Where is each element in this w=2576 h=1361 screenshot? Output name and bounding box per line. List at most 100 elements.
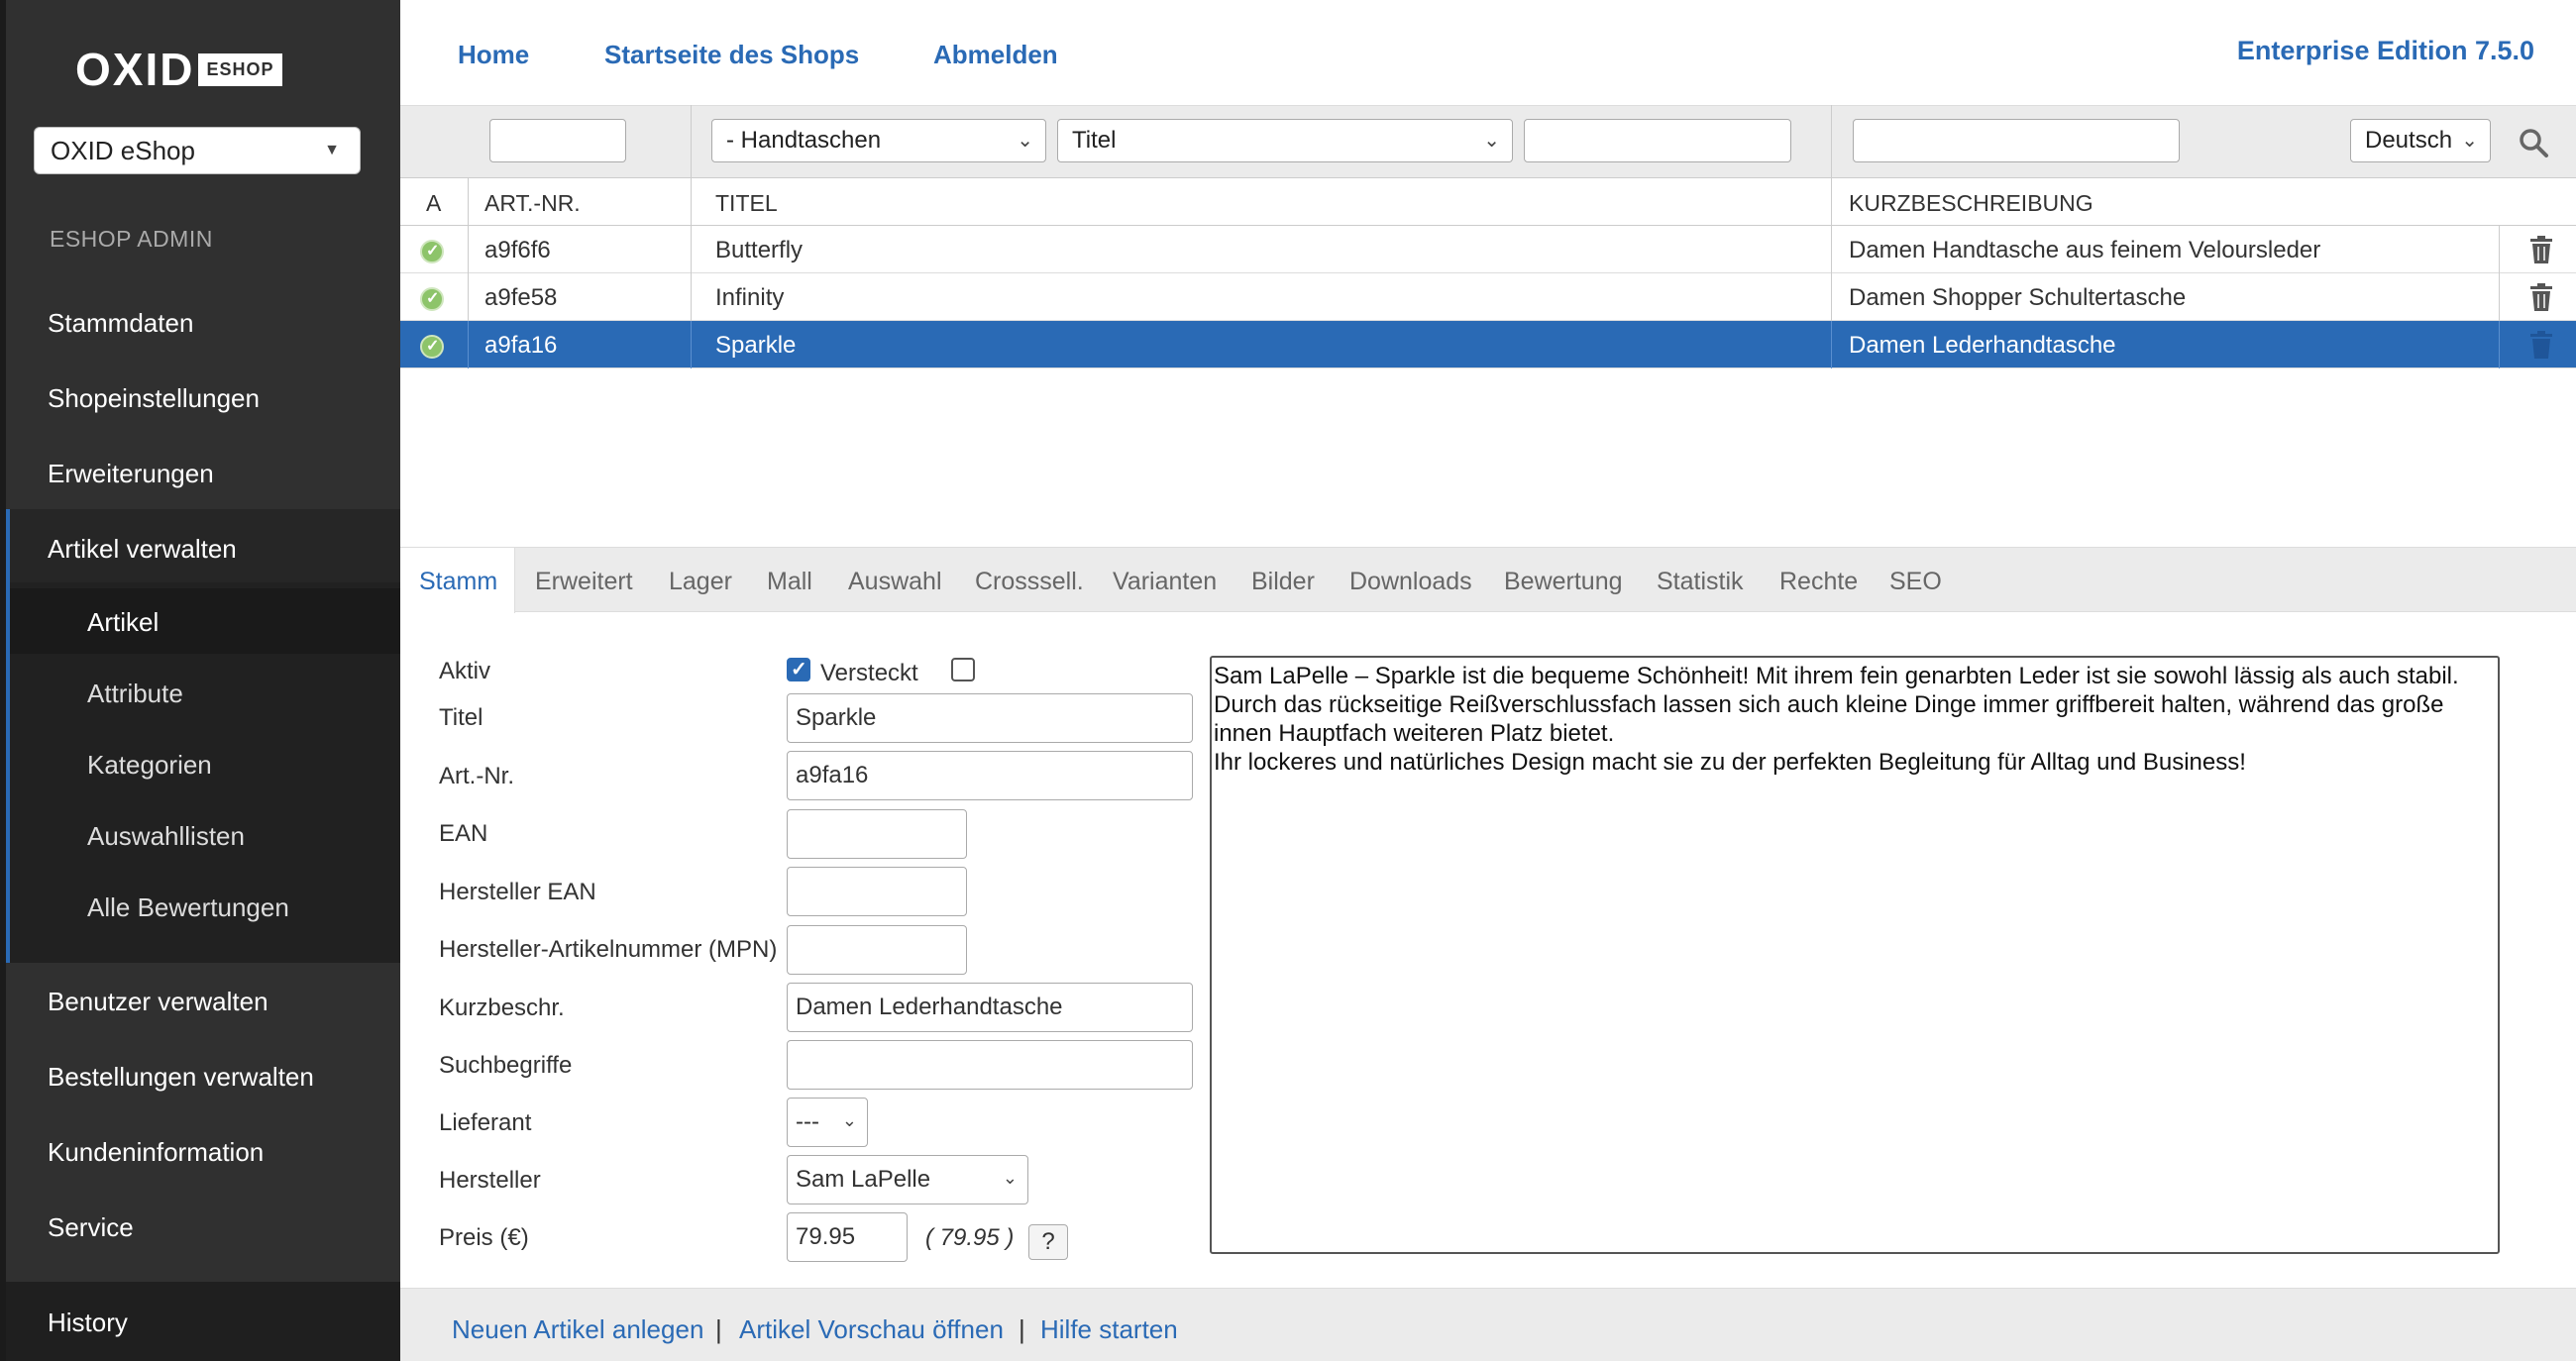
suchbegriffe-input[interactable] [787, 1040, 1193, 1090]
col-title[interactable]: TITEL [715, 190, 778, 217]
tab-downloads[interactable]: Downloads [1349, 568, 1472, 596]
label-lieferant: Lieferant [439, 1109, 532, 1136]
shop-select[interactable]: OXID eShop ▼ [34, 127, 361, 174]
row-artnum: a9fe58 [484, 284, 558, 311]
preis-brutto: ( 79.95 ) [925, 1224, 1015, 1251]
cell-divider [691, 226, 692, 273]
sidebar-subitem-alle-bewertungen[interactable]: Alle Bewertungen [87, 892, 289, 923]
tab-statistik[interactable]: Statistik [1657, 568, 1744, 596]
filter-row: - Handtaschen ⌄ Titel ⌄ Deutsch ⌄ [400, 105, 2576, 178]
cell-divider [1831, 321, 1832, 368]
cell-divider [468, 273, 469, 321]
abmelden-link[interactable]: Abmelden [933, 40, 1058, 70]
home-link[interactable]: Home [458, 40, 529, 70]
title-filter-input[interactable] [1524, 119, 1791, 162]
field-filter-value: Titel [1072, 127, 1117, 154]
sidebar-item-artikel-verwalten[interactable]: Artikel verwalten [48, 534, 237, 565]
trash-icon[interactable] [2528, 235, 2554, 264]
hersteller-select[interactable]: Sam LaPelle ⌄ [787, 1155, 1028, 1204]
table-row-selected[interactable]: a9fa16 Sparkle Damen Lederhandtasche [400, 321, 2576, 368]
lieferant-value: --- [796, 1108, 819, 1135]
sidebar-item-erweiterungen[interactable]: Erweiterungen [48, 459, 214, 489]
col-shortdesc[interactable]: KURZBESCHREIBUNG [1849, 190, 2093, 217]
col-artnum[interactable]: ART.-NR. [484, 190, 581, 217]
cell-divider [691, 273, 692, 321]
header-divider [1831, 105, 1832, 226]
search-icon[interactable] [2517, 126, 2550, 159]
label-hersteller: Hersteller [439, 1167, 541, 1194]
lieferant-select[interactable]: --- ⌄ [787, 1098, 868, 1147]
titel-input[interactable]: Sparkle [787, 693, 1193, 743]
trash-icon[interactable] [2528, 330, 2554, 360]
kurzbeschr-input[interactable]: Damen Lederhandtasche [787, 983, 1193, 1032]
tab-erweitert[interactable]: Erweitert [535, 568, 633, 596]
col-active[interactable]: A [426, 190, 441, 217]
shop-select-value: OXID eShop [51, 135, 195, 165]
startseite-link[interactable]: Startseite des Shops [604, 40, 859, 70]
tab-seo[interactable]: SEO [1889, 568, 1942, 596]
preis-input[interactable]: 79.95 [787, 1212, 908, 1262]
cell-divider [468, 226, 469, 273]
sidebar-subitem-attribute[interactable]: Attribute [87, 679, 183, 709]
chevron-down-icon: ⌄ [841, 1110, 857, 1130]
description-line-1: Sam LaPelle – Sparkle ist die bequeme Sc… [1214, 663, 2459, 689]
list-header: A ART.-NR. TITEL KURZBESCHREIBUNG [400, 178, 2576, 226]
sidebar-item-history[interactable]: History [48, 1308, 128, 1338]
tab-lager[interactable]: Lager [669, 568, 732, 596]
help-button[interactable]: ? [1028, 1224, 1068, 1260]
ean-input[interactable] [787, 809, 967, 859]
sidebar-subitem-auswahllisten[interactable]: Auswahllisten [87, 821, 245, 852]
description-line-3: Ihr lockeres und natürliches Design mach… [1214, 749, 2246, 776]
new-article-link[interactable]: Neuen Artikel anlegen [452, 1314, 703, 1345]
chevron-down-icon: ▼ [324, 142, 340, 158]
tab-mall[interactable]: Mall [767, 568, 812, 596]
header-divider [691, 105, 692, 226]
label-artnr: Art.-Nr. [439, 763, 514, 789]
sidebar-item-shopeinstellungen[interactable]: Shopeinstellungen [48, 383, 260, 414]
hersteller-ean-input[interactable] [787, 867, 967, 916]
tab-crosssell[interactable]: Crosssell. [975, 568, 1084, 596]
table-row[interactable]: a9fe58 Infinity Damen Shopper Schulterta… [400, 273, 2576, 321]
tab-bilder[interactable]: Bilder [1251, 568, 1315, 596]
table-row[interactable]: a9f6f6 Butterfly Damen Handtasche aus fe… [400, 226, 2576, 273]
versteckt-checkbox[interactable] [951, 658, 975, 681]
sidebar-item-kundeninformation[interactable]: Kundeninformation [48, 1137, 264, 1168]
sidebar-subitem-kategorien[interactable]: Kategorien [87, 750, 212, 781]
mpn-input[interactable] [787, 925, 967, 975]
tab-auswahl[interactable]: Auswahl [848, 568, 942, 596]
logo[interactable]: OXID ESHOP [75, 44, 282, 95]
category-filter-select[interactable]: - Handtaschen ⌄ [711, 119, 1046, 162]
aktiv-checkbox[interactable] [787, 657, 810, 681]
label-mpn: Hersteller-Artikelnummer (MPN) [439, 936, 778, 963]
trash-icon[interactable] [2528, 282, 2554, 312]
description-line-2: Durch das rückseitige Reißverschlussfach… [1214, 691, 2444, 747]
tab-varianten[interactable]: Varianten [1113, 568, 1217, 596]
help-link[interactable]: Hilfe starten [1040, 1314, 1178, 1345]
sidebar-item-bestellungen-verwalten[interactable]: Bestellungen verwalten [48, 1062, 314, 1093]
row-shortdesc: Damen Lederhandtasche [1849, 332, 2116, 359]
row-title: Butterfly [715, 237, 804, 263]
language-select[interactable]: Deutsch ⌄ [2350, 119, 2491, 162]
sidebar-subitem-artikel[interactable]: Artikel [87, 607, 159, 638]
preview-link[interactable]: Artikel Vorschau öffnen [739, 1314, 1004, 1345]
field-filter-select[interactable]: Titel ⌄ [1057, 119, 1513, 162]
label-versteckt: Versteckt [820, 660, 918, 686]
tab-rechte[interactable]: Rechte [1779, 568, 1858, 596]
label-aktiv: Aktiv [439, 658, 491, 684]
chevron-down-icon: ⌄ [1017, 130, 1033, 152]
submenu-edge [6, 509, 10, 963]
footer-separator: | [1019, 1314, 1025, 1344]
top-navigation: Home Startseite des Shops Abmelden Enter… [400, 0, 2576, 105]
tab-bar: Stamm Erweitert Lager Mall Auswahl Cross… [400, 547, 2576, 613]
sidebar-item-service[interactable]: Service [48, 1212, 134, 1243]
sidebar-item-stammdaten[interactable]: Stammdaten [48, 308, 193, 339]
row-artnum: a9fa16 [484, 332, 558, 359]
artnum-filter-input[interactable] [489, 119, 626, 162]
tab-bewertung[interactable]: Bewertung [1504, 568, 1623, 596]
description-editor[interactable]: Sam LaPelle – Sparkle ist die bequeme Sc… [1210, 656, 2500, 1254]
shortdesc-filter-input[interactable] [1853, 119, 2180, 162]
cell-divider [2499, 321, 2500, 368]
sidebar-item-benutzer-verwalten[interactable]: Benutzer verwalten [48, 987, 268, 1017]
tab-stamm[interactable]: Stamm [419, 568, 497, 596]
artnr-input[interactable]: a9fa16 [787, 751, 1193, 800]
